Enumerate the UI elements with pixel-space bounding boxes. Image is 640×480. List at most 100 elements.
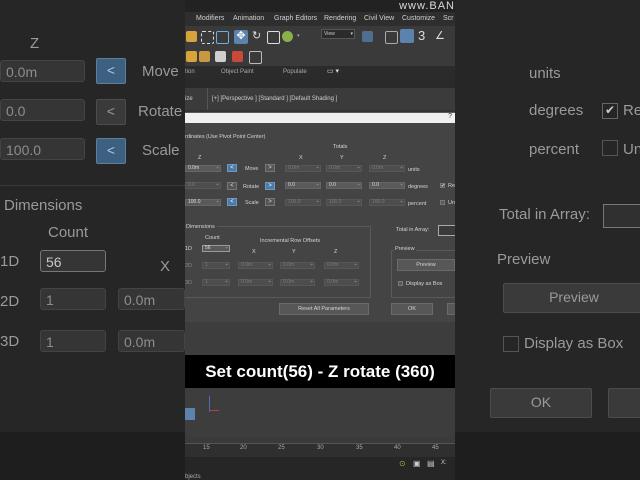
snap-3-icon[interactable]: 3 — [418, 29, 429, 43]
totals-z-move[interactable]: 0.0m — [369, 165, 405, 172]
preview-button[interactable]: Preview — [397, 259, 455, 271]
uniform-checkbox[interactable] — [440, 200, 445, 205]
incremental-z-scale[interactable]: 100.0 — [185, 199, 221, 206]
select-move-icon[interactable] — [400, 29, 414, 43]
isolate-icon[interactable]: ⊙ — [399, 459, 406, 468]
ok-button[interactable]: OK — [391, 303, 433, 315]
totals-z-rotate[interactable]: 0.0 — [369, 182, 405, 189]
move-left-arrow[interactable]: < — [227, 164, 237, 172]
totals-y-move[interactable]: 0.0m — [326, 165, 362, 172]
bg-move-field: 0.0m — [0, 60, 85, 82]
dim-1d-label: 1D — [185, 246, 193, 252]
ribbon-tab-selection[interactable]: tion — [185, 69, 195, 75]
cancel-button[interactable] — [447, 303, 455, 315]
menu-animation[interactable]: Animation — [233, 15, 264, 22]
select-region-icon[interactable] — [201, 31, 214, 44]
scale-label: Scale — [245, 200, 259, 206]
offset-2d-z[interactable]: 0.0m — [324, 262, 359, 269]
ribbon-expand-icon[interactable]: ▭ ▾ — [327, 67, 339, 75]
menu-scripting[interactable]: Scr — [443, 15, 454, 22]
reset-all-parameters-button[interactable]: Reset All Parameters — [279, 303, 369, 315]
count-3d-field[interactable]: 1 — [202, 279, 230, 286]
move-units: units — [408, 167, 420, 173]
reference-coord-dropdown[interactable]: View ▾ — [321, 29, 355, 39]
count-1d-field[interactable]: 56 — [202, 245, 230, 252]
placement-icon[interactable] — [282, 31, 293, 42]
bg-un: Un — [623, 141, 640, 158]
layer-icon[interactable] — [249, 51, 262, 64]
bg-rotate-field: 0.0 — [0, 99, 85, 121]
offset-z-header: Z — [334, 249, 338, 255]
offset-2d-x[interactable]: 0.0m — [238, 262, 273, 269]
menu-bar: Modifiers Animation Graph Editors Render… — [185, 12, 455, 26]
bg-re: Re — [623, 102, 640, 119]
bg-cancel — [608, 388, 640, 418]
dialog-title-bar: ? — [185, 113, 455, 123]
incremental-z-move[interactable]: 0.0m — [185, 165, 221, 172]
pivot-icon[interactable] — [362, 31, 373, 42]
offset-x-header: X — [252, 249, 256, 255]
bg-off-2d: 0.0m — [118, 288, 185, 310]
totals-x-rotate[interactable]: 0.0 — [285, 182, 321, 189]
display-as-box-checkbox[interactable] — [398, 281, 403, 286]
named-selection-icon[interactable] — [186, 51, 197, 62]
ribbon: tion Object Paint Populate ▭ ▾ — [185, 66, 455, 78]
bg-degrees: degrees — [529, 102, 584, 119]
background-zoom-left: Z 0.0m < Move 0.0 < Rotate 100.0 < Scale… — [0, 0, 185, 480]
offset-3d-z[interactable]: 0.0m — [324, 279, 359, 286]
rotate-left-arrow[interactable]: < — [227, 182, 237, 190]
link-icon[interactable] — [186, 31, 197, 42]
menu-civil-view[interactable]: Civil View — [364, 15, 394, 22]
window-crossing-icon[interactable] — [216, 31, 229, 44]
totals-z-scale[interactable]: 100.0 — [369, 199, 405, 206]
totals-x-move[interactable]: 0.0m — [285, 165, 321, 172]
bg-off-3d: 0.0m — [118, 330, 185, 352]
bg-total: Total in Array: — [499, 206, 590, 223]
absolute-mode-icon[interactable]: ▤ — [427, 459, 435, 468]
menu-graph-editors[interactable]: Graph Editors — [274, 15, 317, 22]
secondary-toolbar — [185, 48, 455, 66]
move-icon[interactable]: ✥ — [234, 30, 248, 44]
keyboard-shortcut-icon[interactable] — [385, 31, 398, 44]
timeline-tick: 45 — [432, 445, 439, 451]
scale-units: percent — [408, 201, 427, 207]
total-in-array-label: Total in Array: — [396, 227, 430, 233]
offset-2d-y[interactable]: 0.0m — [280, 262, 315, 269]
dim-2d-label: 2D — [185, 263, 193, 269]
help-button[interactable]: ? — [448, 113, 452, 120]
bg-count-label: Count — [48, 224, 89, 241]
ribbon-tab-object-paint[interactable]: Object Paint — [221, 69, 254, 75]
totals-x-scale[interactable]: 100.0 — [285, 199, 321, 206]
offset-3d-x[interactable]: 0.0m — [238, 279, 273, 286]
ribbon-tab-populate[interactable]: Populate — [283, 69, 307, 75]
timeline[interactable]: 15 20 25 30 35 40 45 — [185, 437, 455, 457]
total-in-array-field — [438, 225, 455, 236]
bg-count-1d: 56 — [40, 250, 106, 272]
viewport-label[interactable]: [+] [Perspective ] [Standard ] [Default … — [212, 96, 337, 102]
uniform-label: Un — [448, 200, 455, 206]
move-right-arrow[interactable]: > — [265, 164, 275, 172]
bg-3d: 3D — [0, 333, 20, 350]
scene-explorer-icon[interactable] — [232, 51, 243, 62]
count-2d-field[interactable]: 1 — [202, 262, 230, 269]
menu-rendering[interactable]: Rendering — [324, 15, 356, 22]
incremental-z-rotate[interactable]: 0.0 — [185, 182, 221, 189]
re-orient-checkbox[interactable]: ✔ — [440, 183, 445, 189]
scale-icon[interactable] — [267, 31, 280, 44]
count-header: Count — [205, 235, 220, 241]
menu-modifiers[interactable]: Modifiers — [196, 15, 224, 22]
totals-y-scale[interactable]: 100.0 — [326, 199, 362, 206]
sidebar-tab[interactable] — [185, 408, 195, 420]
totals-y-rotate[interactable]: 0.0 — [326, 182, 362, 189]
align-icon[interactable] — [215, 51, 226, 62]
rotate-icon[interactable]: ↻ — [252, 31, 263, 42]
scale-right-arrow[interactable]: > — [265, 198, 275, 206]
rotate-right-arrow[interactable]: > — [265, 182, 275, 190]
menu-customize[interactable]: Customize — [402, 15, 435, 22]
bg-count-3d: 1 — [40, 330, 106, 352]
offset-3d-y[interactable]: 0.0m — [280, 279, 315, 286]
angle-snap-icon[interactable]: ∠ — [435, 30, 446, 42]
selection-lock-icon[interactable]: ▣ — [413, 459, 421, 468]
mirror-icon[interactable] — [199, 51, 210, 62]
scale-left-arrow[interactable]: < — [227, 198, 237, 206]
